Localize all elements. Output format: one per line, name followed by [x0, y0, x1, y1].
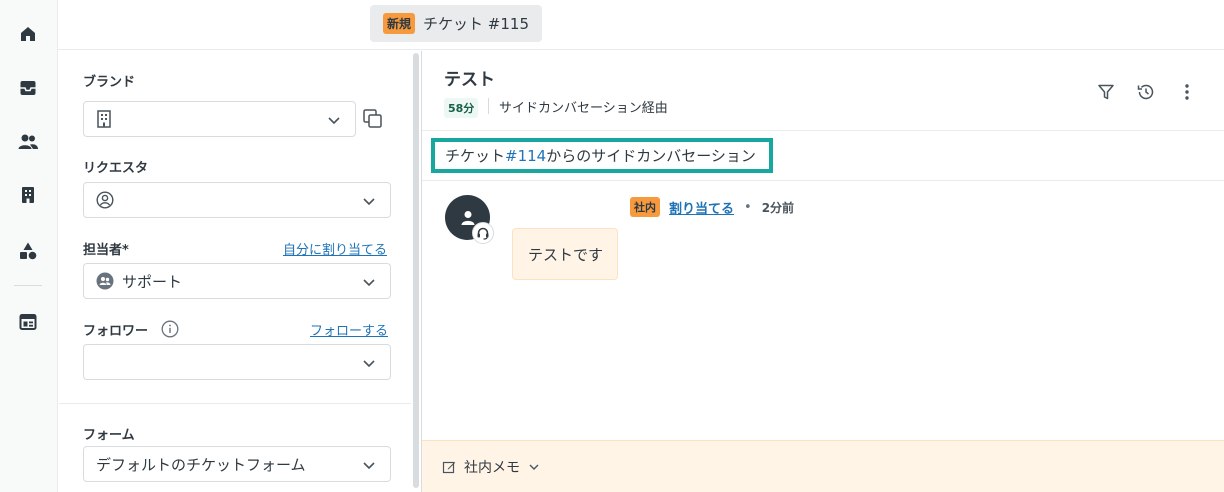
ticket-tab[interactable]: 新規 チケット #115: [370, 5, 542, 42]
filter-icon[interactable]: [1095, 81, 1117, 103]
composer-mode-label[interactable]: 社内メモ: [464, 457, 520, 477]
user-circle-icon: [96, 191, 114, 209]
parent-ticket-link[interactable]: #114: [505, 147, 546, 165]
tab-title: チケット #115: [423, 15, 529, 33]
message-bubble: テストです: [512, 228, 618, 280]
conversation-title: テスト: [444, 70, 495, 90]
form-value: デフォルトのチケットフォーム: [96, 455, 306, 474]
form-select[interactable]: デフォルトのチケットフォーム: [83, 446, 391, 482]
headset-icon: [477, 227, 489, 240]
assign-link[interactable]: 割り当てる: [669, 198, 734, 217]
info-icon[interactable]: [161, 320, 179, 338]
nav-rail: [0, 0, 58, 492]
form-label: フォーム: [83, 428, 135, 443]
agent-badge: [472, 222, 494, 244]
internal-badge: 社内: [630, 197, 660, 217]
properties-scrollbar[interactable]: [411, 51, 421, 492]
follow-link[interactable]: フォローする: [310, 320, 388, 339]
assign-to-me-link[interactable]: 自分に割り当てる: [283, 239, 387, 258]
meta-separator: [488, 98, 489, 114]
edit-note-icon: [442, 461, 456, 473]
channel-via: サイドカンバセーション経由: [499, 101, 668, 116]
chevron-down-icon: [363, 360, 375, 368]
assignee-select[interactable]: サポート: [83, 263, 391, 299]
nav-separator: [14, 285, 42, 286]
time-badge: 58分: [444, 98, 479, 118]
assignee-label: 担当者*: [83, 243, 129, 258]
inbox-icon[interactable]: [17, 77, 39, 99]
building-outline-icon: [97, 110, 111, 128]
copy-icon[interactable]: [362, 108, 384, 130]
status-badge-new: 新規: [383, 13, 416, 34]
followers-select[interactable]: [83, 344, 391, 380]
brand-select[interactable]: [83, 101, 356, 137]
shapes-icon[interactable]: [17, 240, 39, 262]
message-meta: 社内 割り当てる • 2分前: [630, 197, 794, 217]
message-body: テストです: [528, 245, 604, 264]
home-icon[interactable]: [17, 23, 39, 45]
conversation-header: テスト 58分 サイドカンバセーション経由: [422, 51, 1224, 131]
scrollbar-thumb[interactable]: [413, 53, 419, 488]
requester-label: リクエスタ: [83, 161, 149, 176]
ticket-properties-panel: ブランド リクエスタ 担当者* 自分に割り当てる サポート フォロワー フォロー…: [59, 51, 411, 492]
chevron-down-icon: [363, 462, 375, 470]
requester-select[interactable]: [83, 182, 391, 218]
reporting-icon[interactable]: [17, 311, 39, 333]
side-conversation-notice-row: チケット #114 からのサイドカンバセーション: [422, 131, 1224, 181]
chevron-down-icon[interactable]: [528, 461, 540, 473]
assignee-value: サポート: [122, 272, 183, 291]
brand-label: ブランド: [83, 75, 136, 90]
building-icon[interactable]: [17, 184, 39, 206]
tab-bar: 新規 チケット #115: [58, 0, 1224, 50]
chevron-down-icon: [363, 279, 375, 287]
composer-bar[interactable]: 社内メモ: [422, 440, 1224, 492]
chevron-down-icon: [328, 117, 340, 125]
more-options-icon[interactable]: [1176, 81, 1198, 103]
group-icon: [96, 272, 114, 290]
notice-suffix: からのサイドカンバセーション: [546, 147, 756, 165]
chevron-down-icon: [363, 198, 375, 206]
notice-prefix: チケット: [445, 147, 506, 165]
meta-dot: •: [744, 199, 752, 215]
history-icon[interactable]: [1135, 81, 1157, 103]
message-timestamp: 2分前: [761, 200, 795, 215]
conversation-panel: テスト 58分 サイドカンバセーション経由 チケット #114 からのサイドカンバセ…: [422, 51, 1224, 492]
followers-label: フォロワー: [83, 324, 149, 339]
section-divider: [59, 403, 411, 404]
users-icon[interactable]: [17, 131, 39, 153]
side-conversation-notice: チケット #114 からのサイドカンバセーション: [431, 138, 773, 173]
